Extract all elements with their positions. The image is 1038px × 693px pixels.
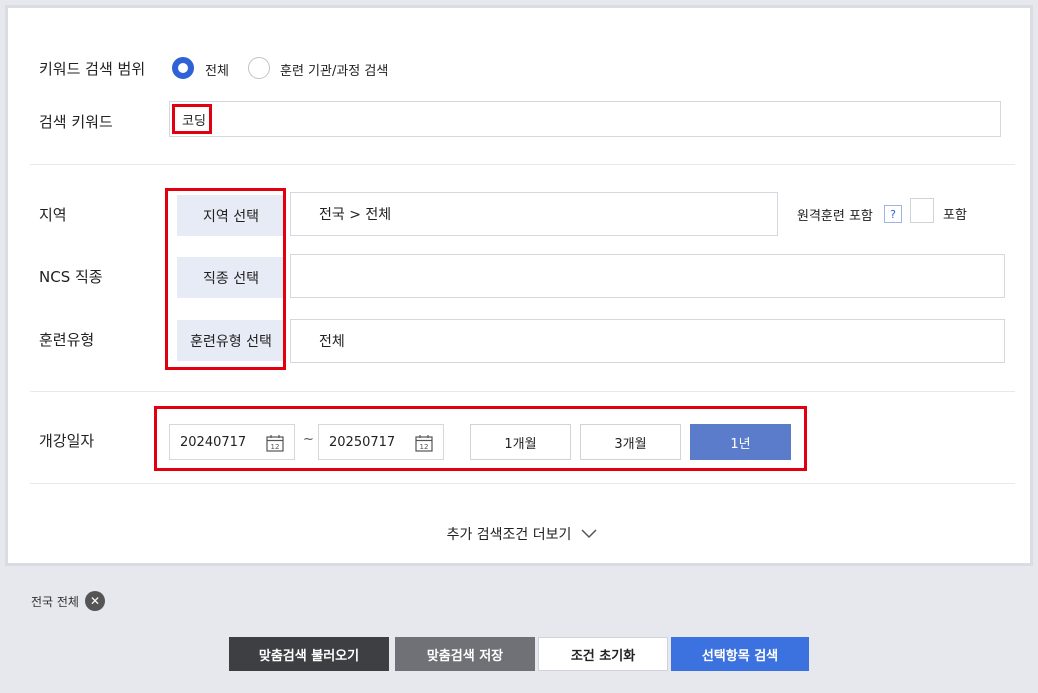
remote-training-checkbox[interactable] xyxy=(910,198,934,223)
region-select-button[interactable]: 지역 선택 xyxy=(177,195,285,236)
region-label: 지역 xyxy=(39,206,67,224)
region-field[interactable]: 전국 > 전체 xyxy=(290,192,778,236)
period-1-year-button[interactable]: 1년 xyxy=(690,424,791,460)
period-3-months-button[interactable]: 3개월 xyxy=(580,424,681,460)
radio-institution-course-label[interactable]: 훈련 기관/과정 검색 xyxy=(280,60,388,79)
keyword-scope-label: 키워드 검색 범위 xyxy=(39,60,146,78)
keyword-input[interactable] xyxy=(170,102,1000,136)
divider xyxy=(30,164,1015,165)
remote-training-label: 원격훈련 포함 xyxy=(797,209,873,224)
save-custom-search-button[interactable]: 맞춤검색 저장 xyxy=(395,637,535,671)
radio-all[interactable] xyxy=(172,57,194,79)
period-1-month-button[interactable]: 1개월 xyxy=(470,424,571,460)
ncs-label: NCS 직종 xyxy=(39,268,103,286)
more-conditions-toggle[interactable]: 추가 검색조건 더보기 xyxy=(8,524,1036,544)
training-type-label: 훈련유형 xyxy=(39,331,95,349)
calendar-icon[interactable]: 12 xyxy=(266,434,284,452)
remote-training-checkbox-label: 포함 xyxy=(943,208,967,223)
radio-all-label[interactable]: 전체 xyxy=(205,60,229,79)
date-separator: ~ xyxy=(303,432,314,447)
ncs-select-button[interactable]: 직종 선택 xyxy=(177,257,285,298)
load-custom-search-button[interactable]: 맞춤검색 불러오기 xyxy=(229,637,389,671)
reset-conditions-button[interactable]: 조건 초기화 xyxy=(538,637,668,671)
start-date-input[interactable]: 20240717 12 xyxy=(169,424,295,460)
chip-label: 전국 전체 xyxy=(31,594,79,609)
training-type-field[interactable]: 전체 xyxy=(290,319,1005,363)
calendar-icon[interactable]: 12 xyxy=(415,434,433,452)
calendar-icon-day: 12 xyxy=(271,443,280,451)
training-type-select-button[interactable]: 훈련유형 선택 xyxy=(177,320,285,361)
open-date-label: 개강일자 xyxy=(39,432,95,450)
radio-institution-course[interactable] xyxy=(248,57,270,79)
more-conditions-label: 추가 검색조건 더보기 xyxy=(446,527,572,543)
chevron-down-icon xyxy=(581,529,597,539)
keyword-input-box xyxy=(169,101,1001,137)
ncs-field[interactable] xyxy=(290,254,1005,298)
keyword-label: 검색 키워드 xyxy=(39,113,113,131)
close-icon[interactable]: ✕ xyxy=(84,591,105,611)
selected-condition-chip: 전국 전체 ✕ xyxy=(31,591,105,611)
divider xyxy=(30,391,1015,392)
search-selected-button[interactable]: 선택항목 검색 xyxy=(671,637,809,671)
end-date-value: 20250717 xyxy=(329,434,396,450)
divider xyxy=(30,483,1015,484)
help-icon[interactable]: ? xyxy=(884,205,902,223)
start-date-value: 20240717 xyxy=(180,434,247,450)
search-panel: 키워드 검색 범위 전체 훈련 기관/과정 검색 검색 키워드 지역 지역 선택… xyxy=(5,5,1033,566)
end-date-input[interactable]: 20250717 12 xyxy=(318,424,444,460)
calendar-icon-day: 12 xyxy=(420,443,429,451)
